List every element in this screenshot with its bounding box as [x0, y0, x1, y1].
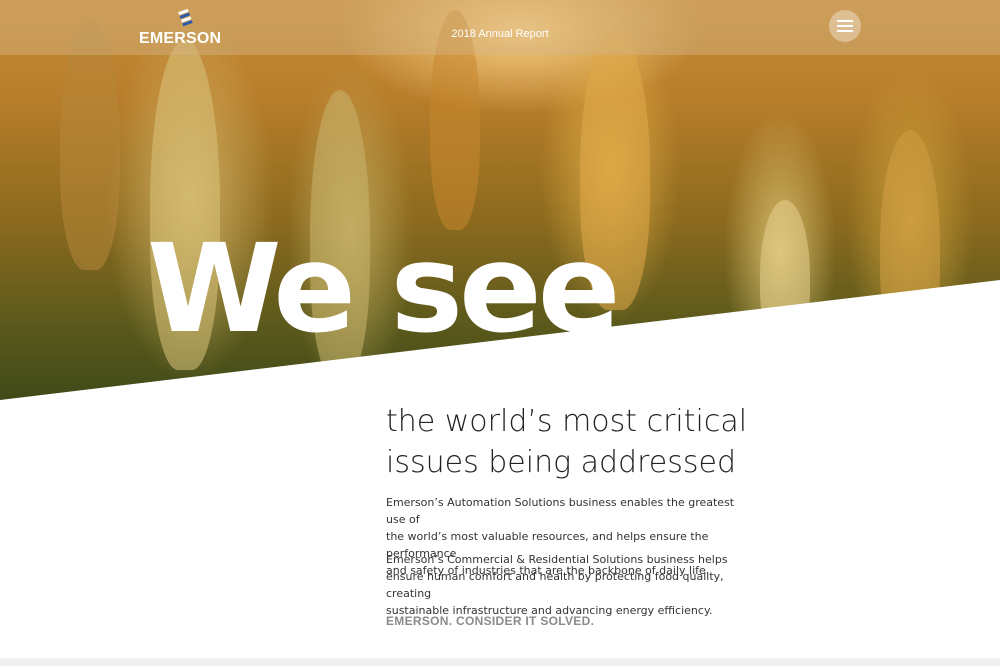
commercial-residential-paragraph: Emerson’s Commercial & Residential Solut… [386, 551, 746, 619]
paragraph-line: Emerson’s Commercial & Residential Solut… [386, 553, 728, 566]
subheading-line: the world’s most critical [386, 404, 748, 439]
paragraph-line: Emerson’s Automation Solutions business … [386, 496, 735, 526]
footer-strip [0, 658, 1000, 666]
subheading-line: issues being addressed [386, 445, 736, 480]
brand-tagline: EMERSON. CONSIDER IT SOLVED. [386, 614, 595, 628]
section-subheading: the world’s most critical issues being a… [386, 401, 766, 483]
paragraph-line: ensure human comfort and health by prote… [386, 570, 724, 600]
